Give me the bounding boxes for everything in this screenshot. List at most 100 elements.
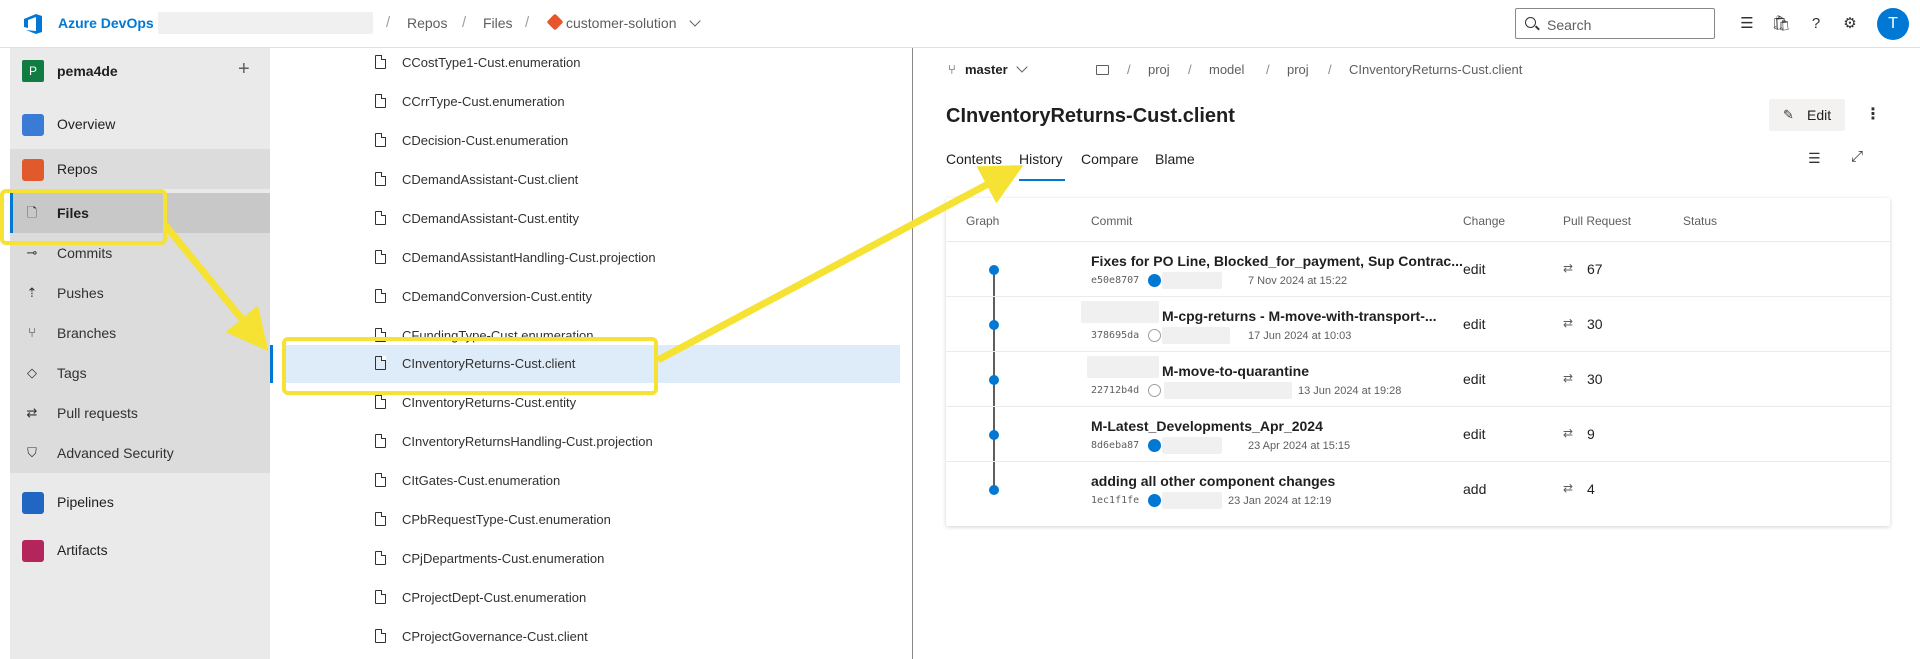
nav-item-pipelines[interactable]: Pipelines bbox=[10, 482, 270, 522]
more-options-icon[interactable]: ⋮ bbox=[1865, 104, 1881, 124]
file-row[interactable]: CProjectDept-Cust.enumeration bbox=[283, 579, 900, 617]
commit-sha[interactable]: 378695da bbox=[1091, 330, 1139, 341]
chevron-down-icon[interactable] bbox=[689, 15, 701, 27]
author-avatar bbox=[1148, 329, 1161, 342]
nav-item-overview[interactable]: Overview bbox=[10, 104, 270, 144]
pull-request-number[interactable]: 67 bbox=[1587, 261, 1603, 277]
nav-item-tags[interactable]: ◇ Tags bbox=[10, 353, 270, 393]
pull-request-icon: ⇄ bbox=[1563, 261, 1574, 275]
file-row[interactable]: CInventoryReturnsHandling-Cust.projectio… bbox=[283, 423, 900, 461]
file-icon bbox=[375, 590, 386, 604]
brand-name[interactable]: Azure DevOps bbox=[58, 15, 154, 31]
tab-compare[interactable]: Compare bbox=[1081, 151, 1139, 167]
nav-item-label: Advanced Security bbox=[57, 445, 174, 461]
nav-item-repos[interactable]: Repos bbox=[10, 149, 270, 189]
commit-sha[interactable]: 1ec1f1fe bbox=[1091, 495, 1139, 506]
file-name: CPjDepartments-Cust.enumeration bbox=[402, 551, 605, 566]
breadcrumb-files[interactable]: Files bbox=[483, 15, 513, 31]
pull-request-number[interactable]: 4 bbox=[1587, 481, 1595, 497]
pull-request-number[interactable]: 9 bbox=[1587, 426, 1595, 442]
commit-message[interactable]: M-move-to-quarantine bbox=[1162, 363, 1309, 379]
commit-message[interactable]: M-Latest_Developments_Apr_2024 bbox=[1091, 418, 1323, 434]
file-row[interactable]: CDemandAssistant-Cust.entity bbox=[283, 200, 900, 238]
pull-request-number[interactable]: 30 bbox=[1587, 371, 1603, 387]
task-list-icon[interactable]: ☰ bbox=[1737, 14, 1757, 34]
file-row[interactable]: CPjDepartments-Cust.enumeration bbox=[283, 540, 900, 578]
filter-icon[interactable]: ☰ bbox=[1808, 150, 1821, 167]
history-row[interactable]: M-cpg-returns - M-move-with-transport-..… bbox=[946, 296, 1890, 351]
breadcrumb-repos[interactable]: Repos bbox=[407, 15, 447, 31]
organization-name-redacted[interactable] bbox=[158, 12, 373, 34]
commit-message[interactable]: M-cpg-returns - M-move-with-transport-..… bbox=[1162, 308, 1437, 324]
commit-sha[interactable]: e50e8707 bbox=[1091, 275, 1139, 286]
user-avatar[interactable]: T bbox=[1877, 8, 1909, 40]
file-name: CProjectDept-Cust.enumeration bbox=[402, 590, 587, 605]
pull-request-number[interactable]: 30 bbox=[1587, 316, 1603, 332]
commit-date: 23 Apr 2024 at 15:15 bbox=[1248, 440, 1351, 452]
marketplace-bag-icon[interactable]: 🛍 bbox=[1771, 14, 1791, 34]
project-name[interactable]: pema4de bbox=[57, 63, 118, 79]
file-row[interactable]: CDemandAssistantHandling-Cust.projection bbox=[283, 239, 900, 277]
history-row[interactable]: adding all other component changes 1ec1f… bbox=[946, 461, 1890, 516]
commit-node bbox=[989, 265, 999, 275]
history-row[interactable]: Fixes for PO Line, Blocked_for_payment, … bbox=[946, 241, 1890, 296]
pull-request-icon: ⇄ bbox=[26, 405, 38, 420]
path-segment[interactable]: proj bbox=[1148, 62, 1170, 77]
help-icon[interactable]: ? bbox=[1806, 14, 1826, 34]
history-table: Graph Commit Change Pull Request Status … bbox=[946, 198, 1890, 526]
nav-item-pull-requests[interactable]: ⇄ Pull requests bbox=[10, 393, 270, 433]
pull-request-icon: ⇄ bbox=[1563, 481, 1574, 495]
highlight-files-nav bbox=[0, 189, 167, 245]
expand-icon[interactable]: ⤢ bbox=[1851, 148, 1863, 165]
history-row[interactable]: M-move-to-quarantine 22712b4d 13 Jun 202… bbox=[946, 351, 1890, 406]
branch-selector[interactable]: master bbox=[965, 62, 1008, 77]
azure-devops-logo-icon[interactable] bbox=[22, 12, 46, 36]
file-row[interactable]: CDemandConversion-Cust.entity bbox=[283, 278, 900, 316]
commit-message[interactable]: Fixes for PO Line, Blocked_for_payment, … bbox=[1091, 253, 1463, 269]
file-row[interactable]: CCostType1-Cust.enumeration bbox=[283, 44, 900, 82]
file-row[interactable]: CDemandAssistant-Cust.client bbox=[283, 161, 900, 199]
tab-history[interactable]: History bbox=[1019, 151, 1063, 167]
nav-item-branches[interactable]: ⑂ Branches bbox=[10, 313, 270, 353]
path-separator: / bbox=[1266, 62, 1270, 77]
edit-button[interactable]: ✎ Edit bbox=[1769, 99, 1845, 131]
add-icon[interactable]: + bbox=[238, 58, 250, 81]
search-box[interactable]: Search bbox=[1515, 8, 1715, 39]
top-bar: Azure DevOps / Repos / Files / customer-… bbox=[0, 0, 1920, 48]
file-row[interactable]: CCrrType-Cust.enumeration bbox=[283, 83, 900, 121]
nav-item-advanced-security[interactable]: ⛉ Advanced Security bbox=[10, 433, 270, 473]
file-name: CProjectGovernance-Cust.client bbox=[402, 629, 588, 644]
author-avatar bbox=[1148, 439, 1161, 452]
project-header[interactable]: P pema4de + bbox=[10, 48, 270, 94]
commit-message[interactable]: adding all other component changes bbox=[1091, 473, 1335, 489]
search-input[interactable]: Search bbox=[1547, 17, 1591, 33]
change-type: edit bbox=[1463, 261, 1486, 277]
commit-node bbox=[989, 375, 999, 385]
path-segment[interactable]: CInventoryReturns-Cust.client bbox=[1349, 62, 1522, 77]
commit-sha[interactable]: 8d6eba87 bbox=[1091, 440, 1139, 451]
active-tab-indicator bbox=[1019, 179, 1065, 181]
nav-item-pushes[interactable]: ⇡ Pushes bbox=[10, 273, 270, 313]
file-row[interactable]: CItGates-Cust.enumeration bbox=[283, 462, 900, 500]
file-row[interactable]: CDecision-Cust.enumeration bbox=[283, 122, 900, 160]
tab-blame[interactable]: Blame bbox=[1155, 151, 1195, 167]
file-name: CInventoryReturnsHandling-Cust.projectio… bbox=[402, 434, 653, 449]
path-segment[interactable]: proj bbox=[1287, 62, 1309, 77]
nav-item-artifacts[interactable]: Artifacts bbox=[10, 530, 270, 570]
file-icon bbox=[375, 395, 386, 409]
tab-contents[interactable]: Contents bbox=[946, 151, 1002, 167]
repo-selector[interactable]: customer-solution bbox=[566, 15, 677, 31]
search-icon bbox=[1525, 17, 1536, 28]
artifacts-icon bbox=[22, 540, 44, 562]
user-settings-icon[interactable]: ⚙ bbox=[1840, 14, 1860, 34]
file-icon bbox=[375, 473, 386, 487]
file-row[interactable]: CProjectGovernance-Cust.client bbox=[283, 618, 900, 656]
nav-item-label: Pushes bbox=[57, 285, 104, 301]
path-segment[interactable]: model bbox=[1209, 62, 1244, 77]
change-type: edit bbox=[1463, 371, 1486, 387]
history-row[interactable]: M-Latest_Developments_Apr_2024 8d6eba87 … bbox=[946, 406, 1890, 461]
file-name: CCrrType-Cust.enumeration bbox=[402, 94, 565, 109]
commit-sha[interactable]: 22712b4d bbox=[1091, 385, 1139, 396]
file-row[interactable]: CPbRequestType-Cust.enumeration bbox=[283, 501, 900, 539]
folder-icon[interactable] bbox=[1096, 65, 1109, 75]
